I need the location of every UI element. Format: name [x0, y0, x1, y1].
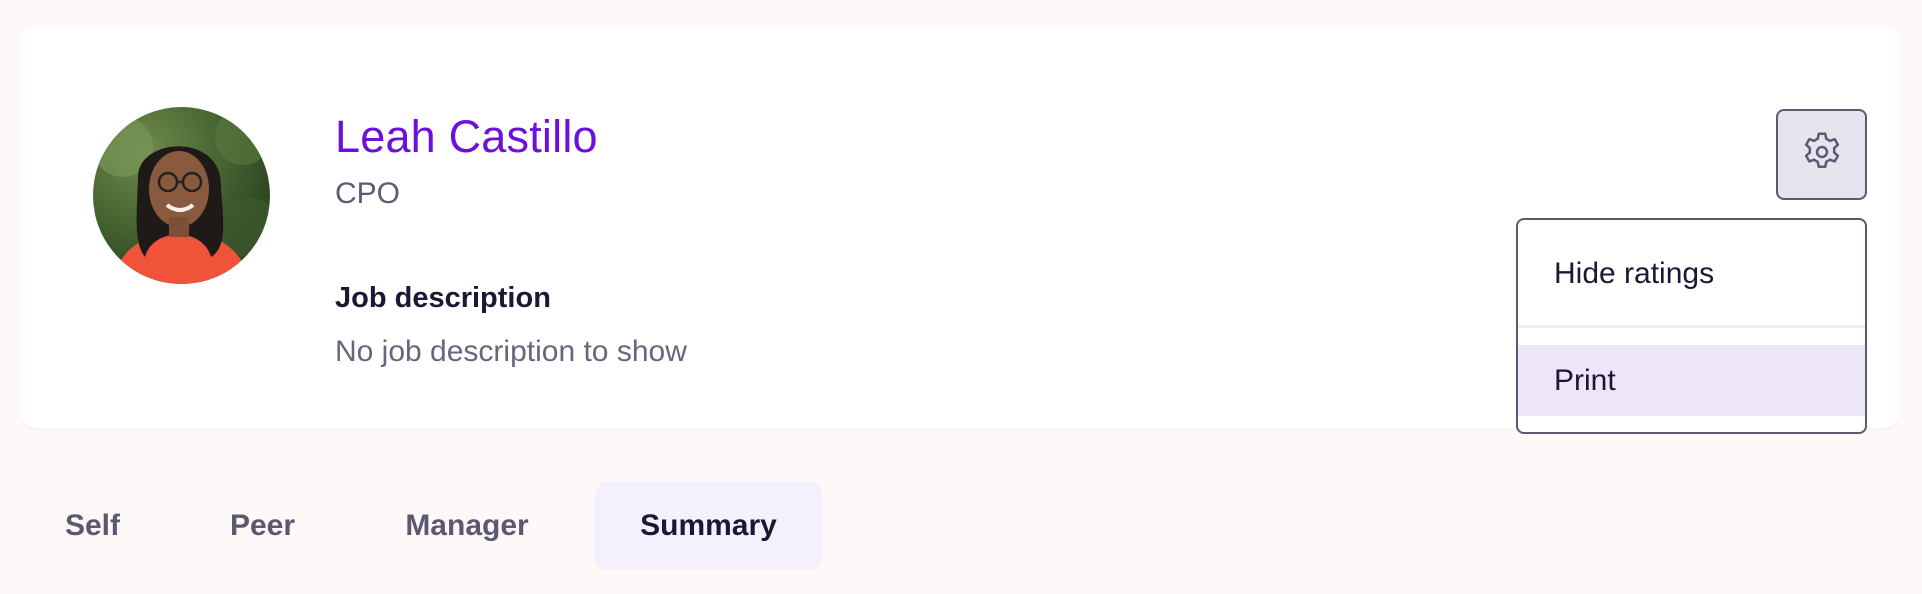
settings-dropdown: Hide ratings Print	[1516, 218, 1867, 434]
menu-item-hide-ratings[interactable]: Hide ratings	[1518, 234, 1865, 314]
avatar-photo	[93, 109, 270, 284]
settings-button[interactable]	[1776, 109, 1867, 200]
employee-role: CPO	[335, 177, 401, 210]
profile-card: Leah Castillo CPO Job description No job…	[20, 27, 1900, 434]
menu-divider	[1518, 325, 1865, 328]
tab-manager[interactable]: Manager	[382, 482, 552, 570]
tab-summary[interactable]: Summary	[595, 482, 822, 570]
review-tabs: Self Peer Manager Summary	[0, 482, 900, 570]
job-description-heading: Job description	[335, 282, 551, 314]
employee-name: Leah Castillo	[335, 111, 598, 162]
avatar	[93, 107, 270, 284]
tab-self[interactable]: Self	[40, 482, 145, 570]
job-description-text: No job description to show	[335, 335, 687, 368]
tab-peer[interactable]: Peer	[205, 482, 320, 570]
menu-item-print[interactable]: Print	[1518, 345, 1865, 416]
gear-icon	[1799, 129, 1845, 180]
